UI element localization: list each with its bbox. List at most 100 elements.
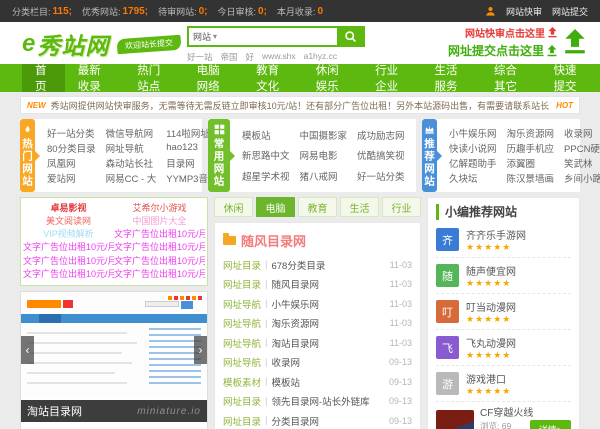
site-link[interactable]: 亿解题助手: [449, 156, 497, 171]
site-link[interactable]: 网易电影: [300, 145, 348, 165]
details-button[interactable]: 详情>: [530, 420, 571, 429]
nav-item-latest[interactable]: 最新收录: [65, 64, 124, 92]
promo-quick-review[interactable]: 网站快审点击这里: [448, 25, 558, 40]
text-ad[interactable]: 文字广告位出租10元/月: [23, 241, 114, 254]
carousel-prev-button[interactable]: ‹: [21, 336, 34, 364]
site-favicon[interactable]: 齐: [436, 228, 459, 251]
common-sites-tab[interactable]: 常用网站: [208, 119, 230, 192]
tab-computer[interactable]: 电脑: [256, 197, 295, 217]
hot-sites-tab[interactable]: 热门网站: [20, 119, 35, 192]
item-title[interactable]: 随风目录网: [271, 277, 385, 291]
site-name[interactable]: 随声便宜网: [466, 263, 516, 278]
text-ad[interactable]: 卓易影视: [23, 202, 114, 215]
text-ad[interactable]: 美文阅读网: [23, 215, 114, 228]
site-link[interactable]: 笑武林: [564, 156, 600, 171]
text-ad[interactable]: VIP视频解析: [23, 228, 114, 241]
search-category-select[interactable]: 网站▾: [189, 28, 221, 45]
item-title[interactable]: 678分类目录: [271, 258, 385, 272]
text-ad[interactable]: 文字广告位出租10元/月: [23, 255, 114, 268]
site-favicon[interactable]: 游: [436, 372, 459, 395]
site-link[interactable]: 陈汉景墙画: [507, 171, 555, 186]
site-link[interactable]: 爱站网: [47, 171, 96, 186]
site-name[interactable]: 游戏港口: [466, 371, 511, 386]
tab-education[interactable]: 教育: [298, 197, 337, 217]
site-link[interactable]: 历趣手机应: [507, 140, 555, 155]
text-ad[interactable]: 文字广告位出租10元/月: [23, 268, 114, 281]
site-link[interactable]: 网址导航: [106, 140, 157, 155]
site-link[interactable]: 模板站: [242, 125, 290, 145]
site-link[interactable]: 淘乐资源网: [507, 125, 555, 140]
site-thumbnail[interactable]: [436, 410, 474, 429]
quick-review-link[interactable]: 网站快审: [506, 5, 542, 18]
item-title[interactable]: 收录网: [271, 355, 384, 369]
hot-link[interactable]: 帝国: [221, 51, 238, 63]
search-button[interactable]: [337, 28, 363, 45]
site-link[interactable]: 优酷搞笑视: [357, 145, 405, 165]
item-category[interactable]: 网址目录: [223, 277, 261, 291]
site-link[interactable]: 超星学术视: [242, 166, 290, 186]
tab-leisure[interactable]: 休闲: [214, 197, 253, 217]
site-name[interactable]: 飞丸动漫网: [466, 335, 516, 350]
site-favicon[interactable]: 叮: [436, 300, 459, 323]
site-link[interactable]: 凤凰网: [47, 156, 96, 171]
item-title[interactable]: 淘乐资源网: [271, 316, 385, 330]
item-title[interactable]: 领先目录网-站长外链库: [271, 394, 384, 408]
item-category[interactable]: 网址目录: [223, 414, 261, 428]
site-link[interactable]: 森动站长社: [106, 156, 157, 171]
item-category[interactable]: 网址目录: [223, 394, 261, 408]
item-title[interactable]: 模板站: [271, 375, 384, 389]
site-link[interactable]: 中国摄影家: [300, 125, 348, 145]
item-category[interactable]: 网址导航: [223, 336, 261, 350]
submit-site-link[interactable]: 网站提交: [552, 5, 588, 18]
text-ad[interactable]: 艾希尔小游戏: [114, 202, 205, 215]
hot-link[interactable]: 好: [246, 51, 255, 63]
nav-item-computer[interactable]: 电脑网络: [184, 64, 243, 92]
site-favicon[interactable]: 飞: [436, 336, 459, 359]
item-title[interactable]: 分类目录网: [271, 414, 384, 428]
site-link[interactable]: 成功励志网: [357, 125, 405, 145]
nav-item-education[interactable]: 教育文化: [243, 64, 302, 92]
site-link[interactable]: 新思路中文: [242, 145, 290, 165]
item-category[interactable]: 网址目录: [223, 258, 261, 272]
site-favicon[interactable]: 随: [436, 264, 459, 287]
nav-item-home[interactable]: 首页: [22, 64, 65, 92]
tab-life[interactable]: 生活: [340, 197, 379, 217]
site-link[interactable]: PPCN硬件: [564, 140, 600, 155]
hot-link[interactable]: 好一站: [187, 51, 213, 63]
nav-item-hot[interactable]: 热门站点: [124, 64, 183, 92]
notice-text[interactable]: 秀站网提供网站快审服务，无需等待无需反链立即审核10元/站！还有部分广告位出租！…: [51, 99, 551, 112]
site-logo[interactable]: e 秀站网 欢迎站长提交: [22, 27, 181, 61]
site-name[interactable]: CF穿越火线: [480, 408, 536, 420]
nav-item-entertainment[interactable]: 休闲娱乐: [303, 64, 362, 92]
text-ad[interactable]: 文字广告位出租10元/月: [114, 255, 205, 268]
hot-link[interactable]: a1hyz.cc: [304, 51, 338, 63]
item-category[interactable]: 网址导航: [223, 316, 261, 330]
item-title[interactable]: 小牛娱乐网: [271, 297, 385, 311]
site-link[interactable]: 80分类目录: [47, 140, 96, 155]
carousel-next-button[interactable]: ›: [194, 336, 207, 364]
site-link[interactable]: 网易CC - 大: [106, 171, 157, 186]
promo-submit-url[interactable]: 网址提交点击这里: [448, 42, 558, 59]
site-link[interactable]: 收录网: [564, 125, 600, 140]
item-category[interactable]: 模板素材: [223, 375, 261, 389]
site-link[interactable]: 好一站分类: [357, 166, 405, 186]
text-ad[interactable]: 中国图片大全: [114, 215, 205, 228]
nav-item-life[interactable]: 生活服务: [422, 64, 481, 92]
site-link[interactable]: 添翼圈: [507, 156, 555, 171]
tab-industry[interactable]: 行业: [382, 197, 421, 217]
item-title[interactable]: 淘站目录网: [271, 336, 385, 350]
item-category[interactable]: 网址导航: [223, 355, 261, 369]
search-input[interactable]: [221, 28, 337, 45]
preview-site-name[interactable]: 淘站目录网: [27, 403, 137, 419]
text-ad[interactable]: 文字广告位出租10元/月: [114, 241, 205, 254]
item-category[interactable]: 网址导航: [223, 297, 261, 311]
site-link[interactable]: 久块坛: [449, 171, 497, 186]
site-link[interactable]: 乡间小路: [564, 171, 600, 186]
site-link[interactable]: 猪八戒网: [300, 166, 348, 186]
site-link[interactable]: 小牛娱乐网: [449, 125, 497, 140]
nav-item-misc[interactable]: 综合其它: [481, 64, 540, 92]
text-ad[interactable]: 文字广告位出租10元/月: [114, 268, 205, 281]
recommended-sites-tab[interactable]: 推荐网站: [422, 119, 437, 192]
site-link[interactable]: 快读小说网: [449, 140, 497, 155]
site-preview-carousel[interactable]: ‹ › 淘站目录网 miniature.io: [20, 291, 208, 429]
